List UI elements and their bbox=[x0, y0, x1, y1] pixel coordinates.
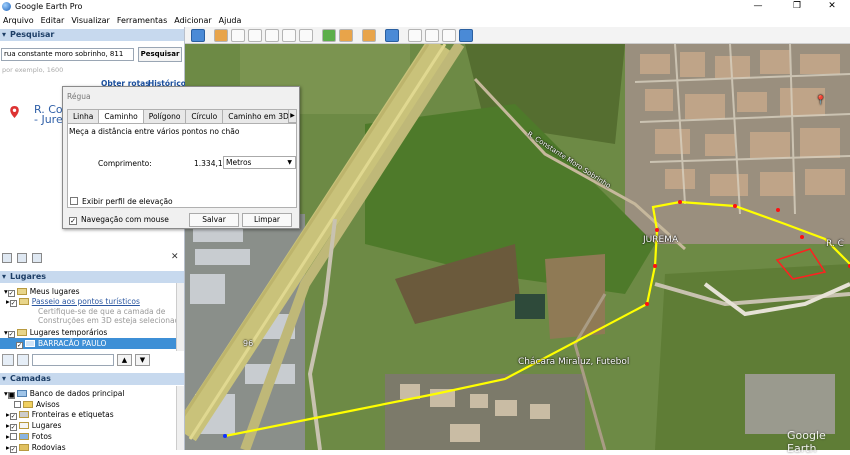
tree-layers-db[interactable]: ▾■ Banco de dados principal bbox=[0, 388, 184, 399]
menu-ferramentas[interactable]: Ferramentas bbox=[117, 16, 167, 25]
email-icon[interactable] bbox=[408, 28, 422, 42]
tree-selected-place[interactable]: ✓ BARRACÃO PAULO bbox=[0, 338, 184, 349]
menu-ajuda[interactable]: Ajuda bbox=[219, 16, 242, 25]
folder-icon bbox=[18, 298, 29, 305]
move-up-button[interactable]: ▲ bbox=[117, 354, 132, 366]
historical-imagery-icon[interactable] bbox=[322, 28, 336, 42]
search-places-icon[interactable] bbox=[2, 354, 14, 366]
length-label: Comprimento: bbox=[98, 159, 152, 168]
move-down-button[interactable]: ▼ bbox=[135, 354, 150, 366]
road-number-label: 96 bbox=[243, 339, 254, 348]
tab-poligono[interactable]: Polígono bbox=[142, 109, 187, 123]
overlay-icon[interactable] bbox=[265, 28, 279, 42]
photo-icon bbox=[18, 433, 29, 440]
save-image-icon[interactable] bbox=[442, 28, 456, 42]
copy-icon[interactable] bbox=[17, 253, 27, 263]
ruler-tabs: Linha Caminho Polígono Círculo Caminho e… bbox=[67, 109, 297, 124]
globe-icon bbox=[16, 390, 27, 397]
places-layer-icon bbox=[18, 422, 29, 429]
menu-bar: Arquivo Editar Visualizar Ferramentas Ad… bbox=[0, 13, 850, 27]
unit-select-value: Metros bbox=[226, 158, 252, 167]
placemark-icon bbox=[25, 340, 35, 347]
toolbar bbox=[185, 27, 850, 44]
chevron-down-icon: ▼ bbox=[287, 159, 292, 166]
tree-temp-places[interactable]: ▾✓ Lugares temporários bbox=[0, 327, 184, 338]
mouse-navigation-checkbox[interactable]: ✓ Navegação com mouse bbox=[69, 215, 169, 225]
path-icon[interactable] bbox=[248, 28, 262, 42]
places-scrollbar[interactable] bbox=[176, 283, 184, 351]
tab-circulo[interactable]: Círculo bbox=[185, 109, 224, 123]
layers-panel-header[interactable]: Camadas bbox=[0, 373, 184, 385]
record-tour-icon[interactable] bbox=[299, 28, 313, 42]
print-results-icon[interactable] bbox=[32, 253, 42, 263]
street-partial-label: R. C bbox=[826, 239, 844, 249]
menu-visualizar[interactable]: Visualizar bbox=[71, 16, 110, 25]
menu-arquivo[interactable]: Arquivo bbox=[3, 16, 34, 25]
search-hint: por exemplo, 1600 bbox=[2, 66, 64, 74]
unit-select[interactable]: Metros ▼ bbox=[223, 156, 296, 169]
places-toolbar: ▲ ▼ bbox=[2, 353, 182, 367]
google-maps-icon[interactable] bbox=[459, 28, 473, 42]
planet-icon[interactable] bbox=[362, 28, 376, 42]
tree-tour-note2: Construções em 3D esteja selecionada bbox=[38, 316, 184, 325]
polygon-icon[interactable] bbox=[231, 28, 245, 42]
tour-icon[interactable] bbox=[282, 28, 296, 42]
window-title: Google Earth Pro bbox=[15, 2, 83, 11]
sidebar-panel-icon[interactable] bbox=[17, 354, 29, 366]
ruler-dialog: Régua Linha Caminho Polígono Círculo Cam… bbox=[62, 86, 300, 229]
search-button[interactable]: Pesquisar bbox=[138, 47, 182, 62]
print-icon[interactable] bbox=[425, 28, 439, 42]
warning-icon bbox=[23, 401, 33, 408]
panel-tools bbox=[2, 253, 42, 263]
layers-scrollbar[interactable] bbox=[176, 386, 184, 450]
result-pin-icon bbox=[10, 106, 19, 118]
search-panel-header[interactable]: Pesquisar bbox=[0, 29, 184, 41]
save-button[interactable]: Salvar bbox=[189, 213, 239, 227]
flag-icon bbox=[18, 411, 29, 418]
chacara-label: Chácara Miraluz, Futebol bbox=[518, 357, 630, 367]
sidebar-toggle-icon[interactable] bbox=[191, 28, 205, 42]
dialog-title: Régua bbox=[67, 92, 91, 101]
places-panel-header[interactable]: Lugares bbox=[0, 271, 184, 283]
ruler-tab-body: Meça a distância entre vários pontos no … bbox=[67, 123, 297, 208]
google-earth-watermark: Google Earth bbox=[787, 429, 826, 455]
ruler-description: Meça a distância entre vários pontos no … bbox=[69, 127, 240, 136]
search-input[interactable]: rua constante moro sobrinho, 811 bbox=[1, 48, 134, 61]
layer-roads[interactable]: ▸✓ Rodovias bbox=[0, 442, 184, 453]
folder-icon bbox=[16, 288, 27, 295]
clear-button[interactable]: Limpar bbox=[242, 213, 292, 227]
layer-photos[interactable]: ▸ Fotos bbox=[0, 431, 184, 442]
ruler-icon[interactable] bbox=[385, 28, 399, 42]
tab-caminho[interactable]: Caminho bbox=[98, 109, 144, 124]
places-filter-input[interactable] bbox=[32, 354, 114, 366]
close-button[interactable]: ✕ bbox=[815, 0, 849, 13]
add-folder-icon[interactable] bbox=[2, 253, 12, 263]
tab-linha[interactable]: Linha bbox=[67, 109, 100, 123]
placemark-icon[interactable] bbox=[214, 28, 228, 42]
google-earth-icon bbox=[2, 2, 11, 11]
menu-adicionar[interactable]: Adicionar bbox=[174, 16, 211, 25]
tab-scroll-right-icon[interactable]: ▶ bbox=[288, 109, 297, 123]
sunlight-icon[interactable] bbox=[339, 28, 353, 42]
layer-borders[interactable]: ▸✓ Fronteiras e etiquetas bbox=[0, 409, 184, 420]
menu-editar[interactable]: Editar bbox=[41, 16, 65, 25]
map-placemark-icon[interactable]: 📍 bbox=[815, 96, 826, 106]
minimize-button[interactable]: — bbox=[741, 0, 775, 13]
tab-caminho-3d[interactable]: Caminho em 3D bbox=[222, 109, 295, 123]
folder-icon bbox=[16, 329, 27, 336]
clear-search-icon[interactable]: ✕ bbox=[171, 252, 179, 262]
maximize-button[interactable]: ❐ bbox=[780, 0, 814, 13]
jurema-label: JUREMA bbox=[643, 235, 679, 245]
elevation-profile-checkbox[interactable]: Exibir perfil de elevação bbox=[70, 197, 173, 206]
title-bar: Google Earth Pro — ❐ ✕ bbox=[0, 0, 850, 13]
layer-places[interactable]: ▸✓ Lugares bbox=[0, 420, 184, 431]
